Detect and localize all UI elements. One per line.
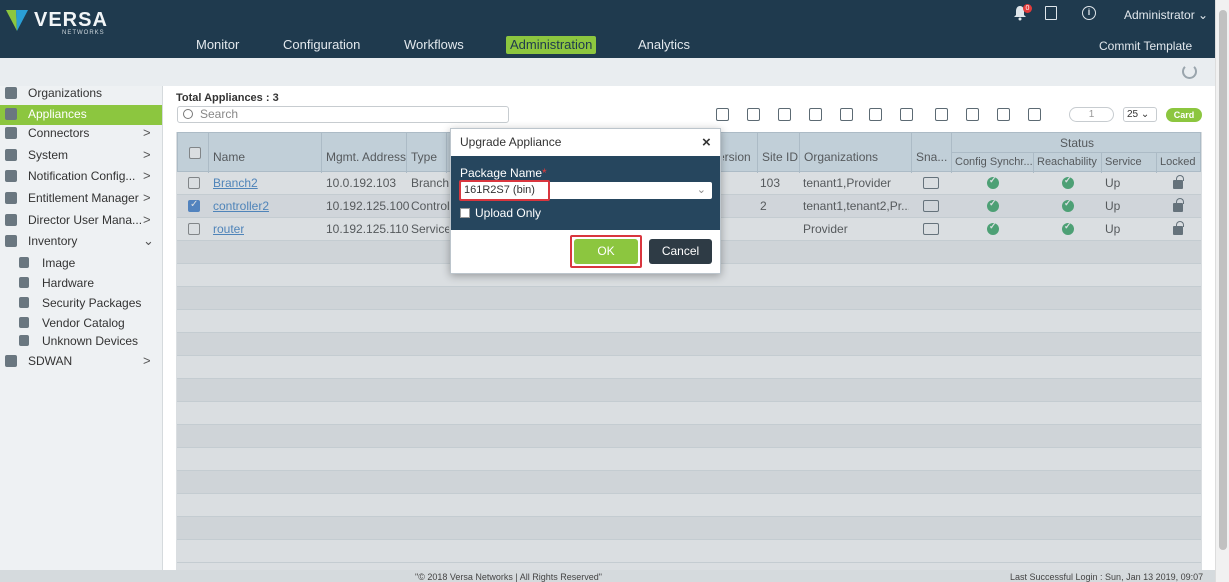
chevron-right-icon: > [143, 147, 151, 162]
sidebar-item-label: Security Packages [42, 296, 142, 310]
hardware-icon [19, 277, 29, 288]
highlight-annotation [459, 180, 550, 201]
sidebar-item-director-user-management[interactable]: Director User Mana... > [0, 211, 162, 231]
network-icon [5, 355, 17, 367]
deploy-icon[interactable] [900, 108, 913, 121]
sidebar-item-label: SDWAN [28, 354, 73, 368]
sidebar-item-label: Director User Mana... [28, 213, 143, 227]
sidebar-item-hardware[interactable]: Hardware [0, 274, 162, 294]
inventory-icon [5, 235, 17, 247]
refresh-icon[interactable] [1182, 64, 1197, 79]
sidebar-item-label: Notification Config... [28, 169, 136, 183]
sidebar-item-sdwan[interactable]: SDWAN > [0, 352, 162, 372]
versa-logo-icon [6, 10, 28, 31]
sidebar-item-image[interactable]: Image [0, 254, 162, 274]
scrollbar-thumb[interactable] [1219, 10, 1227, 550]
highlight-annotation [570, 235, 642, 268]
sidebar-item-vendor-catalog[interactable]: Vendor Catalog [0, 314, 162, 334]
system-icon [5, 149, 17, 161]
nav-workflows[interactable]: Workflows [404, 36, 464, 54]
logo-text: VERSA [34, 9, 108, 31]
columns-icon[interactable] [997, 108, 1010, 121]
sidebar-item-label: Appliances [28, 107, 87, 121]
info-icon[interactable]: i [1082, 6, 1096, 20]
logo-subtext: NETWORKS [62, 30, 105, 36]
chevron-right-icon: > [143, 353, 151, 368]
chevron-down-icon: ⌄ [696, 184, 706, 196]
footer: "© 2018 Versa Networks | All Rights Rese… [0, 570, 1215, 582]
upload-only-checkbox[interactable]: Upload Only [460, 206, 541, 220]
sub-toolbar [0, 58, 1215, 86]
user-menu[interactable]: Administrator ⌄ [1124, 8, 1208, 22]
add-icon[interactable] [716, 108, 729, 121]
chevron-right-icon: > [143, 125, 151, 140]
search-input[interactable]: Search [177, 106, 509, 123]
page-size-select[interactable]: 25 ⌄ [1123, 107, 1157, 122]
shield-icon [19, 297, 29, 308]
remove-icon[interactable] [747, 108, 760, 121]
dialog-title: Upgrade Appliance [460, 135, 562, 149]
package-name-label: Package Name* [460, 166, 547, 180]
sidebar-item-label: Organizations [28, 86, 103, 100]
nav-administration[interactable]: Administration [506, 36, 597, 54]
chevron-right-icon: > [143, 168, 151, 183]
sidebar-item-appliances[interactable]: Appliances [0, 105, 162, 125]
versa-logo[interactable]: VERSA NETWORKS [4, 5, 114, 36]
sidebar-item-inventory[interactable]: Inventory ⌄ [0, 232, 162, 252]
gear-icon [5, 192, 17, 204]
image-icon [19, 257, 29, 268]
chevron-right-icon: > [143, 212, 151, 227]
organizations-icon [5, 87, 17, 99]
sidebar-item-system[interactable]: System > [0, 146, 162, 166]
download-icon[interactable] [840, 108, 853, 121]
catalog-icon [19, 317, 29, 328]
sidebar-item-entitlement-manager[interactable]: Entitlement Manager > [0, 189, 162, 209]
dialog-body: Package Name* 161R2S7 (bin) ⌄ Upload Onl… [451, 156, 720, 230]
sidebar-item-label: System [28, 148, 69, 162]
export-icon[interactable] [935, 108, 948, 121]
sidebar-item-label: Unknown Devices [42, 334, 139, 348]
appliances-icon [5, 108, 17, 120]
sidebar-item-label: Vendor Catalog [42, 316, 125, 330]
total-appliances: Total Appliances : 3 [176, 92, 279, 104]
chevron-right-icon: > [143, 190, 151, 205]
card-view-toggle[interactable]: Card [1166, 108, 1202, 122]
last-login-text: Last Successful Login : Sun, Jan 13 2019… [1010, 572, 1204, 582]
copy-icon[interactable] [869, 108, 882, 121]
cancel-button[interactable]: Cancel [649, 239, 712, 264]
search-icon [183, 109, 193, 119]
chevron-down-icon: ⌄ [143, 233, 154, 248]
sidebar-item-label: Inventory [28, 234, 78, 248]
nav-monitor[interactable]: Monitor [196, 36, 239, 54]
connectors-icon [5, 127, 17, 139]
notification-icon [5, 170, 17, 182]
upgrade-icon[interactable] [809, 108, 822, 121]
sidebar-item-label: Connectors [28, 126, 90, 140]
sidebar-item-notification-config[interactable]: Notification Config... > [0, 167, 162, 187]
vertical-scrollbar[interactable] [1215, 0, 1229, 582]
nav-analytics[interactable]: Analytics [638, 36, 690, 54]
document-icon[interactable] [1045, 6, 1057, 20]
top-header: VERSA NETWORKS Monitor Configuration Wor… [0, 0, 1215, 58]
filter-icon[interactable] [1028, 108, 1041, 121]
sidebar-item-label: Hardware [42, 276, 95, 290]
device-icon [19, 335, 29, 346]
sidebar-item-organizations[interactable]: Organizations [0, 84, 162, 104]
close-icon[interactable]: × [702, 134, 711, 151]
terminal-icon[interactable] [778, 108, 791, 121]
sidebar-item-unknown-devices[interactable]: Unknown Devices [0, 332, 162, 352]
sidebar-item-connectors[interactable]: Connectors > [0, 124, 162, 144]
upgrade-appliance-dialog: Upgrade Appliance × Package Name* 161R2S… [450, 128, 721, 274]
sidebar-item-security-packages[interactable]: Security Packages [0, 294, 162, 314]
nav-configuration[interactable]: Configuration [283, 36, 360, 54]
commit-template-link[interactable]: Commit Template [1099, 39, 1192, 53]
sidebar-item-label: Image [42, 256, 76, 270]
page-input[interactable]: 1 [1069, 107, 1114, 122]
notification-badge: 0 [1023, 4, 1032, 13]
sidebar-item-label: Entitlement Manager [28, 191, 139, 205]
sidebar: Organizations Appliances Connectors > Sy… [0, 86, 163, 570]
user-icon [5, 214, 17, 226]
copyright-text: "© 2018 Versa Networks | All Rights Rese… [415, 572, 602, 582]
import-icon[interactable] [966, 108, 979, 121]
